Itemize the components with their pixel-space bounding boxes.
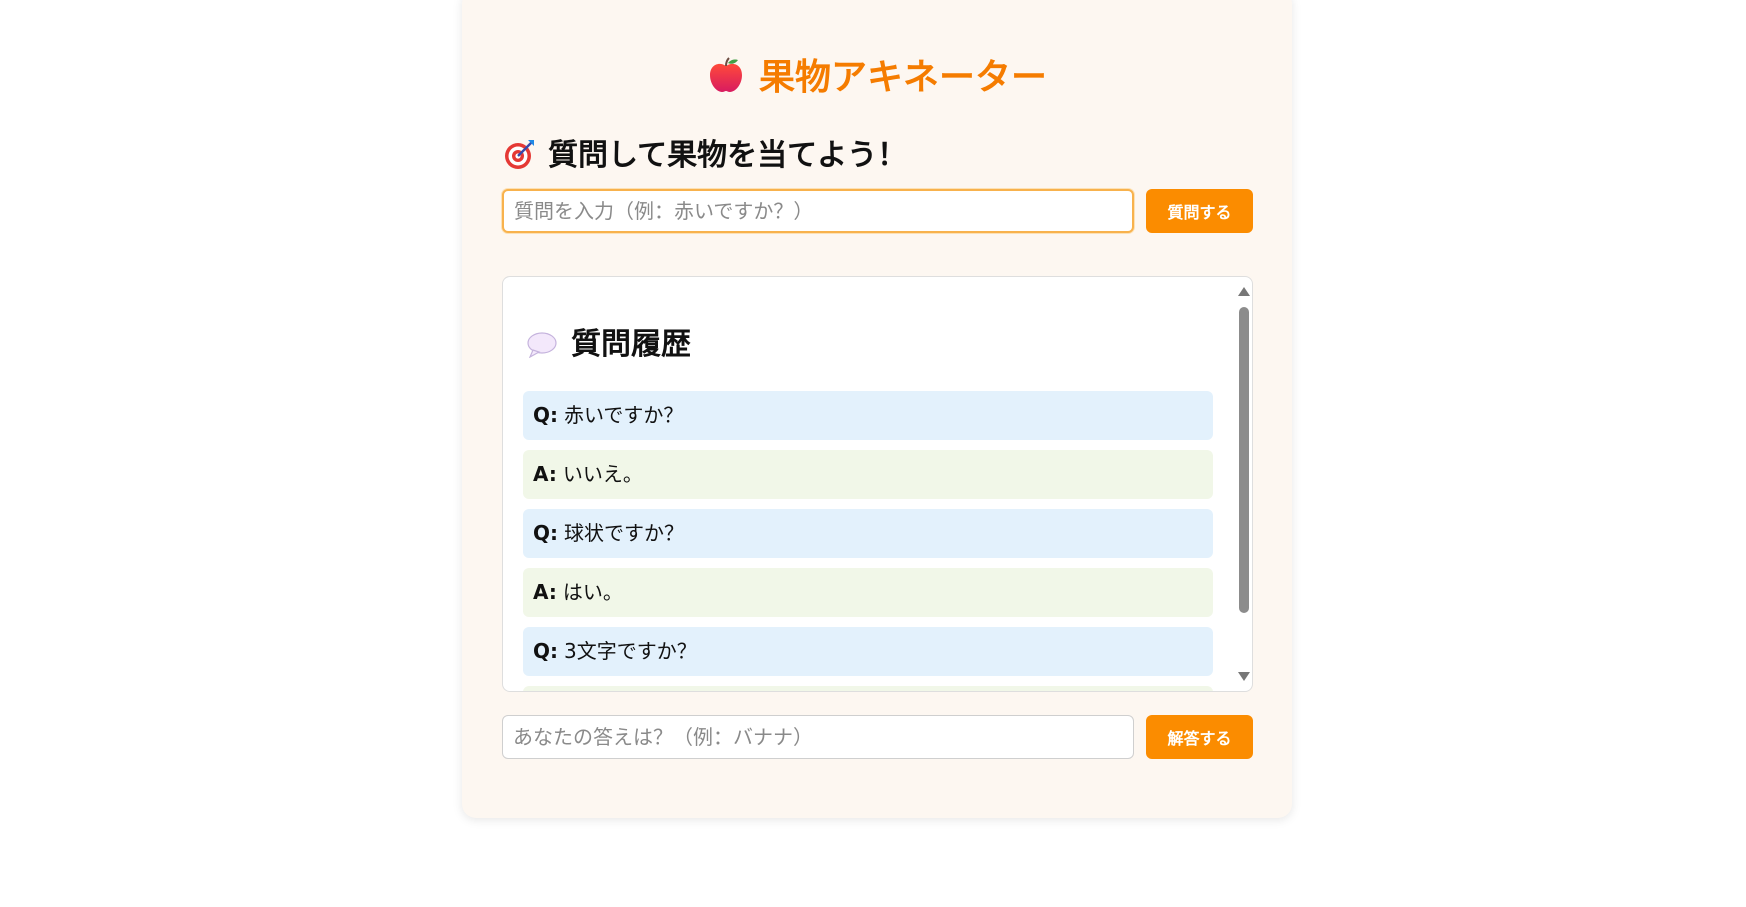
history-question: Q: 球状ですか？ [523, 509, 1213, 558]
message-prefix: Q: [533, 639, 558, 663]
history-question: Q: 赤いですか？ [523, 391, 1213, 440]
message-text: 赤いですか？ [564, 403, 684, 427]
history-heading-text: 質問履歴 [571, 327, 691, 362]
message-prefix: A: [533, 462, 557, 486]
apple-icon [709, 57, 742, 92]
history-answer: A: いいえ。 [523, 450, 1213, 499]
message-text: はい。 [562, 580, 623, 604]
scroll-up-arrow-icon[interactable] [1238, 287, 1250, 296]
message-text: 3文字ですか？ [564, 639, 697, 663]
game-card: 果物アキネーター 質問して果物を当てよう！ 質問する 質問履歴 Q:赤いですか？… [462, 0, 1292, 818]
history-answer: A: はい。 [523, 568, 1213, 617]
speech-bubble-icon [527, 332, 557, 359]
history-heading: 質問履歴 [527, 323, 691, 367]
message-prefix: A: [533, 580, 557, 604]
message-text: いいえ。 [562, 462, 643, 486]
history-answer-partial [523, 686, 1213, 691]
history-question: Q: 3文字ですか？ [523, 627, 1213, 676]
scrollbar-thumb[interactable] [1239, 307, 1249, 613]
message-prefix: Q: [533, 403, 558, 427]
submit-answer-button[interactable]: 解答する [1146, 715, 1253, 759]
scroll-down-arrow-icon[interactable] [1238, 672, 1250, 681]
ask-question-button[interactable]: 質問する [1146, 189, 1253, 233]
message-prefix: Q: [533, 521, 558, 545]
question-input[interactable] [502, 189, 1134, 233]
question-history-panel: 質問履歴 Q: 赤いですか？ A: いいえ。 Q: 球状ですか？ A: はい。 Q: 3文… [502, 276, 1253, 692]
question-heading: 質問して果物を当てよう！ [504, 134, 907, 178]
history-list: Q: 赤いですか？ A: いいえ。 Q: 球状ですか？ A: はい。 Q: 3文字ですか？ [523, 391, 1213, 691]
question-heading-text: 質問して果物を当てよう！ [548, 138, 908, 173]
target-icon [505, 140, 534, 169]
message-text: 球状ですか？ [564, 521, 684, 545]
answer-input[interactable] [502, 715, 1134, 759]
history-scrollbar[interactable] [1236, 277, 1252, 691]
app-title-text: 果物アキネーター [758, 57, 1047, 98]
app-title: 果物アキネーター [462, 52, 1292, 104]
